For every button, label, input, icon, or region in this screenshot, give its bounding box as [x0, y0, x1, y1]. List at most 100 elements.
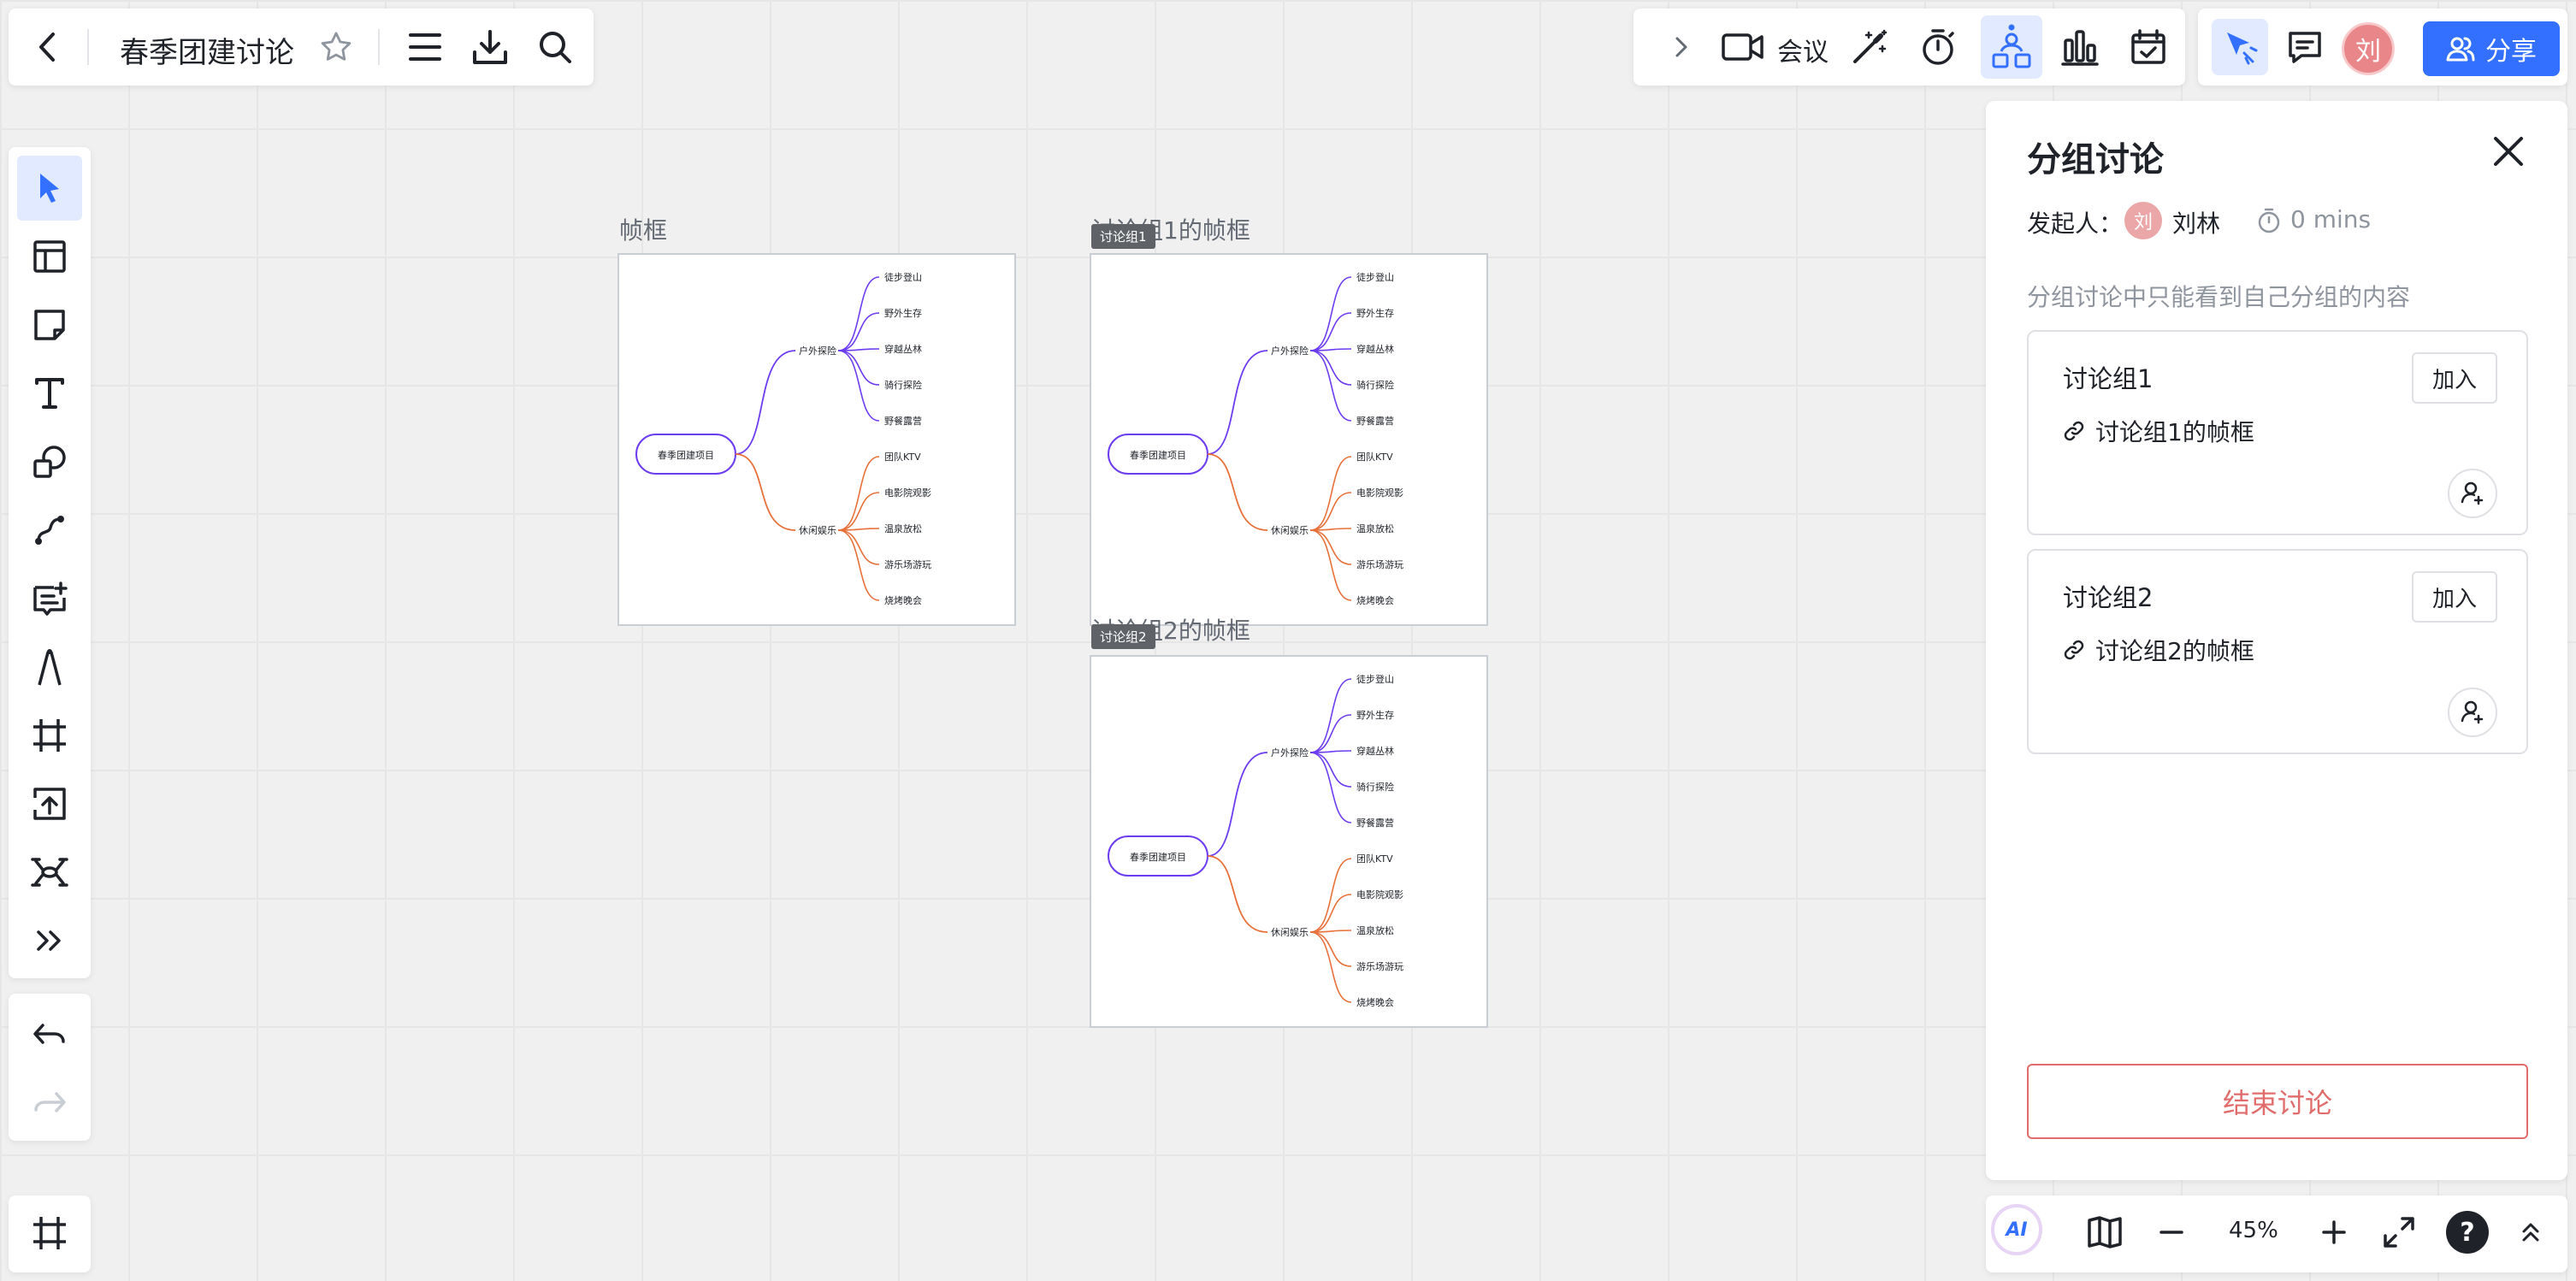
- magic-wand-icon[interactable]: [1847, 27, 1892, 67]
- mindmap-leaf-label[interactable]: 徒步登山: [884, 271, 922, 283]
- star-icon[interactable]: [315, 26, 357, 68]
- video-meeting-icon[interactable]: [1719, 27, 1767, 67]
- mindmap-leaf-label[interactable]: 野外生存: [1356, 307, 1394, 319]
- mindmap-leaf-label[interactable]: 骑行探险: [1356, 781, 1394, 793]
- mindmap[interactable]: 春季团建项目 户外探险 徒步登山野外生存穿越丛林骑行探险野餐露营休闲娱乐 团队KTV 电…: [1091, 657, 1486, 1026]
- expand-toolbar-icon[interactable]: [1664, 27, 1699, 67]
- group-tag-1: 讨论组1: [1091, 224, 1155, 249]
- add-comment-icon[interactable]: [29, 578, 70, 619]
- add-member-button[interactable]: [2448, 688, 2497, 737]
- document-title[interactable]: 春季团建讨论: [120, 29, 294, 71]
- template-layout-icon[interactable]: [29, 236, 70, 277]
- mindmap-leaf-label[interactable]: 野餐露营: [1356, 415, 1394, 427]
- text-tool-icon[interactable]: [29, 373, 70, 414]
- ai-assistant-button[interactable]: AI: [1991, 1204, 2042, 1255]
- mindmap-leaf-label[interactable]: 电影院观影: [884, 487, 931, 499]
- fit-screen-icon[interactable]: [2378, 1211, 2420, 1254]
- mindmap-branch-label[interactable]: 休闲娱乐: [1271, 926, 1309, 938]
- mindmap-leaf-label[interactable]: 穿越丛林: [1356, 343, 1394, 355]
- zoom-out-icon[interactable]: [2150, 1211, 2193, 1254]
- add-member-button[interactable]: [2448, 469, 2497, 518]
- frame-group1[interactable]: 春季团建项目 户外探险 徒步登山 野外生存 穿越丛林 骑行探险 野餐露营 休闲娱乐 团队KTV 电…: [1090, 253, 1488, 626]
- group-frame-link[interactable]: 讨论组2的帧框: [2063, 633, 2254, 667]
- add-user-icon: [2461, 700, 2484, 724]
- sticky-note-icon[interactable]: [29, 304, 70, 345]
- mindmap-leaf-label[interactable]: 烧烤晚会: [1356, 996, 1394, 1008]
- shape-tool-icon[interactable]: [29, 441, 70, 482]
- mindmap-leaf-label[interactable]: 野外生存: [1356, 709, 1394, 721]
- mindmap-leaf-label[interactable]: 温泉放松: [1356, 522, 1394, 534]
- zoom-level[interactable]: 45%: [2229, 1218, 2278, 1243]
- breakout-discussion-icon[interactable]: [1988, 21, 2035, 72]
- mindmap-leaf-label[interactable]: 电影院观影: [1356, 888, 1403, 900]
- select-pointer-icon[interactable]: [29, 168, 70, 209]
- frame-main[interactable]: 春季团建项目 户外探险 徒步登山 野外生存 穿越丛林 骑行探险 野餐露营 休闲娱乐 团队KTV 电…: [617, 253, 1016, 626]
- mindmap-connector: [837, 529, 880, 565]
- end-discussion-button[interactable]: 结束讨论: [2027, 1064, 2528, 1139]
- frame-group2[interactable]: 春季团建项目 户外探险 徒步登山 野外生存 穿越丛林 骑行探险 野餐露营 休闲娱乐 团队KTV 电…: [1090, 655, 1488, 1028]
- collapse-up-icon[interactable]: [2509, 1211, 2552, 1254]
- menu-icon[interactable]: [404, 26, 446, 68]
- mindmap-leaf-label[interactable]: 骑行探险: [884, 379, 922, 391]
- group-frame-link[interactable]: 讨论组1的帧框: [2063, 414, 2254, 448]
- timer-text: 0 mins: [2290, 205, 2372, 233]
- mindmap-tool-icon[interactable]: [29, 852, 70, 893]
- mindmap-branch-label[interactable]: 休闲娱乐: [1271, 524, 1309, 536]
- mindmap-leaf-label[interactable]: 团队KTV: [1356, 853, 1393, 865]
- user-avatar[interactable]: 刘: [2342, 22, 2395, 75]
- mindmap-connector: [1207, 855, 1268, 933]
- mindmap-leaf-label[interactable]: 徒步登山: [1356, 271, 1394, 283]
- mindmap-leaf-label[interactable]: 游乐场游玩: [1356, 558, 1403, 570]
- search-icon[interactable]: [534, 26, 576, 68]
- mindmap-leaf-label[interactable]: 穿越丛林: [1356, 745, 1394, 757]
- chevron-left-icon[interactable]: [27, 27, 67, 67]
- mindmap-leaf-label[interactable]: 温泉放松: [884, 522, 922, 534]
- meeting-label[interactable]: 会议: [1777, 31, 1829, 68]
- frame-list-icon[interactable]: [29, 1213, 70, 1254]
- mindmap-leaf-label[interactable]: 穿越丛林: [884, 343, 922, 355]
- mindmap-branch-label[interactable]: 休闲娱乐: [799, 524, 836, 536]
- close-icon[interactable]: [2487, 130, 2530, 173]
- help-icon[interactable]: ?: [2446, 1211, 2489, 1254]
- join-group-button[interactable]: 加入: [2412, 571, 2497, 623]
- mindmap-connector: [735, 350, 796, 455]
- frame-tool-icon[interactable]: [29, 715, 70, 756]
- mindmap-leaf-label[interactable]: 温泉放松: [1356, 924, 1394, 936]
- timer-icon[interactable]: [1916, 27, 1960, 67]
- redo-icon[interactable]: [29, 1083, 70, 1124]
- mindmap-connector: [837, 529, 880, 601]
- vote-chart-icon[interactable]: [2058, 27, 2102, 67]
- upload-icon[interactable]: [29, 783, 70, 824]
- join-group-button[interactable]: 加入: [2412, 352, 2497, 404]
- group-tag-2: 讨论组2: [1091, 624, 1155, 649]
- mindmap-leaf-label[interactable]: 徒步登山: [1356, 673, 1394, 685]
- mindmap-leaf-label[interactable]: 野餐露营: [884, 415, 922, 427]
- pen-tool-icon[interactable]: [29, 646, 70, 688]
- mindmap-leaf-label[interactable]: 电影院观影: [1356, 487, 1403, 499]
- mindmap-leaf-label[interactable]: 骑行探险: [1356, 379, 1394, 391]
- undo-icon[interactable]: [29, 1014, 70, 1055]
- mindmap-leaf-label[interactable]: 团队KTV: [884, 451, 921, 463]
- comment-icon[interactable]: [2284, 26, 2326, 68]
- mindmap-leaf-label[interactable]: 游乐场游玩: [884, 558, 931, 570]
- share-button[interactable]: 分享: [2423, 21, 2560, 76]
- download-icon[interactable]: [469, 26, 511, 68]
- mindmap-leaf-label[interactable]: 烧烤晚会: [1356, 594, 1394, 606]
- zoom-in-icon[interactable]: [2313, 1211, 2355, 1254]
- mindmap[interactable]: 春季团建项目 户外探险 徒步登山野外生存穿越丛林骑行探险野餐露营休闲娱乐 团队KTV 电…: [1091, 255, 1486, 624]
- frame-label[interactable]: 帧框: [619, 212, 667, 246]
- mindmap-leaf-label[interactable]: 游乐场游玩: [1356, 960, 1403, 972]
- mindmap-leaf-label[interactable]: 野餐露营: [1356, 817, 1394, 829]
- mindmap-branch-label[interactable]: 户外探险: [1271, 747, 1309, 759]
- mindmap-branch-label[interactable]: 户外探险: [799, 345, 836, 357]
- follow-cursor-icon[interactable]: [2219, 26, 2261, 68]
- task-calendar-icon[interactable]: [2126, 27, 2171, 67]
- mindmap-leaf-label[interactable]: 烧烤晚会: [884, 594, 922, 606]
- mindmap[interactable]: 春季团建项目 户外探险 徒步登山野外生存穿越丛林骑行探险野餐露营休闲娱乐 团队KTV 电…: [619, 255, 1014, 624]
- mindmap-leaf-label[interactable]: 野外生存: [884, 307, 922, 319]
- minimap-icon[interactable]: [2083, 1211, 2126, 1254]
- mindmap-leaf-label[interactable]: 团队KTV: [1356, 451, 1393, 463]
- mindmap-branch-label[interactable]: 户外探险: [1271, 345, 1309, 357]
- more-tools-icon[interactable]: [29, 920, 70, 961]
- connector-tool-icon[interactable]: [29, 510, 70, 551]
